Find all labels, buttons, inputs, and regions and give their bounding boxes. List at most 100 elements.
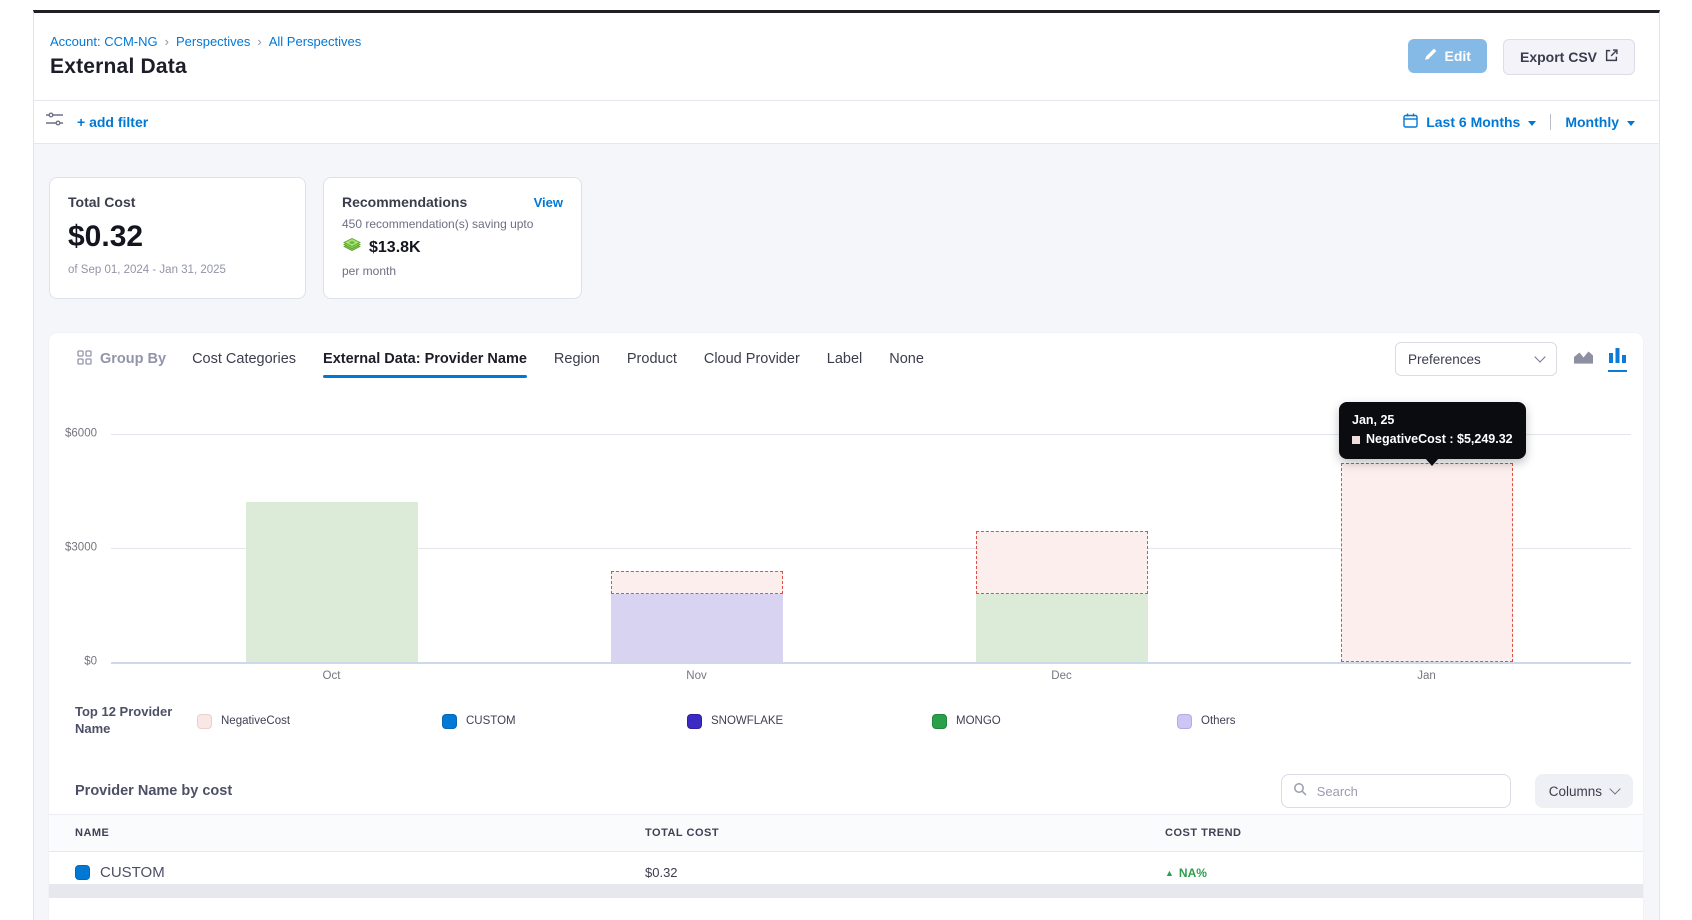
page-body: Total Cost $0.32 of Sep 01, 2024 - Jan 3…: [34, 144, 1659, 920]
x-axis-label-oct: Oct: [323, 670, 341, 682]
export-csv-button[interactable]: Export CSV: [1503, 39, 1635, 75]
search-icon: [1293, 782, 1307, 801]
total-cost-value: $0.32: [68, 220, 287, 254]
legend-swatch-mongo: [932, 714, 947, 729]
x-axis-label-nov: Nov: [686, 670, 706, 682]
legend-item-snowflake[interactable]: SNOWFLAKE: [687, 714, 932, 729]
granularity-selector[interactable]: Monthly: [1565, 114, 1619, 130]
preferences-dropdown[interactable]: Preferences: [1395, 342, 1557, 376]
legend-swatch-others: [1177, 714, 1192, 729]
legend-label: NegativeCost: [221, 715, 290, 727]
chevron-down-icon: [1534, 351, 1545, 362]
recommendations-label: Recommendations: [342, 194, 467, 210]
columns-button[interactable]: Columns: [1535, 774, 1633, 808]
legend-swatch-snowflake: [687, 714, 702, 729]
edit-button[interactable]: Edit: [1408, 39, 1487, 73]
filter-sliders-icon[interactable]: [46, 112, 63, 132]
add-filter-button[interactable]: + add filter: [77, 114, 148, 130]
bar-jan-negativecost[interactable]: [1341, 463, 1513, 662]
legend-item-mongo[interactable]: MONGO: [932, 714, 1177, 729]
area-chart-icon[interactable]: [1573, 348, 1594, 371]
recommendations-amount: $13.8K: [369, 239, 421, 257]
group-by-row: Group By Cost Categories External Data: P…: [49, 333, 1643, 385]
tab-label[interactable]: Label: [827, 333, 862, 385]
header-actions: Edit Export CSV: [1408, 39, 1635, 75]
screenshot-stage: Account: CCM-NG › Perspectives › All Per…: [0, 0, 1692, 920]
app-frame: Account: CCM-NG › Perspectives › All Per…: [33, 10, 1660, 920]
breadcrumb: Account: CCM-NG › Perspectives › All Per…: [50, 34, 361, 49]
chevron-down-icon: [1609, 783, 1620, 794]
legend-item-negativecost[interactable]: NegativeCost: [197, 714, 442, 729]
chart-type-switcher: [1573, 347, 1627, 372]
chart-legend: Top 12 Provider Name NegativeCost CUSTOM S…: [75, 699, 1627, 743]
tab-product[interactable]: Product: [627, 333, 677, 385]
bar-nov-snowflake[interactable]: [611, 594, 783, 662]
x-axis-label-dec: Dec: [1051, 670, 1071, 682]
search-box: [1281, 774, 1511, 808]
money-icon: [342, 237, 362, 259]
group-by-label: Group By: [100, 351, 166, 367]
total-cost-label: Total Cost: [68, 194, 287, 210]
legend-label: CUSTOM: [466, 715, 516, 727]
edit-button-label: Edit: [1445, 48, 1471, 64]
legend-title: Top 12 Provider Name: [75, 704, 197, 738]
tab-region[interactable]: Region: [554, 333, 600, 385]
breadcrumb-separator: ›: [257, 34, 261, 49]
trend-value: NA%: [1179, 866, 1207, 880]
recommendations-card: Recommendations View 450 recommendation(…: [323, 177, 582, 299]
grid-icon: [77, 350, 92, 369]
total-cost-card: Total Cost $0.32 of Sep 01, 2024 - Jan 3…: [49, 177, 306, 299]
view-recommendations-link[interactable]: View: [534, 195, 563, 210]
export-csv-label: Export CSV: [1520, 49, 1597, 65]
row-name: CUSTOM: [100, 864, 165, 881]
chart-tooltip: Jan, 25 NegativeCost : $5,249.32: [1339, 402, 1526, 459]
breadcrumb-perspectives-link[interactable]: Perspectives: [176, 34, 250, 49]
legend-swatch-negativecost: [197, 714, 212, 729]
search-input[interactable]: [1315, 783, 1499, 800]
columns-button-label: Columns: [1549, 784, 1602, 799]
legend-label: MONGO: [956, 715, 1001, 727]
breadcrumb-account-link[interactable]: Account: CCM-NG: [50, 34, 158, 49]
column-header-total-cost: TOTAL COST: [645, 827, 1165, 839]
bar-dec-mongo[interactable]: [976, 594, 1148, 662]
x-axis-label-jan: Jan: [1417, 670, 1436, 682]
legend-swatch-custom: [442, 714, 457, 729]
bar-dec-negativecost[interactable]: [976, 531, 1148, 594]
tab-none[interactable]: None: [889, 333, 924, 385]
time-filters: Last 6 Months Monthly: [1403, 113, 1635, 131]
tooltip-arrow: [1425, 458, 1439, 466]
tab-cost-categories[interactable]: Cost Categories: [192, 333, 296, 385]
page-title: External Data: [50, 55, 361, 79]
table-toolbar: Provider Name by cost Columns: [75, 768, 1633, 814]
bar-chart-icon[interactable]: [1608, 347, 1627, 372]
cost-chart: $6000 $3000 $0 OctNovDecJan Jan, 25: [49, 394, 1643, 694]
breadcrumb-separator: ›: [165, 34, 169, 49]
breadcrumb-title-block: Account: CCM-NG › Perspectives › All Per…: [50, 34, 361, 79]
bar-oct-mongo[interactable]: [246, 502, 418, 662]
bar-nov-negativecost[interactable]: [611, 571, 783, 594]
recommendations-line2: per month: [342, 264, 563, 278]
calendar-icon: [1403, 113, 1418, 131]
table-scrollbar-track[interactable]: [49, 884, 1643, 898]
table-header-row: NAME TOTAL COST COST TREND: [49, 814, 1643, 852]
row-swatch: [75, 865, 90, 880]
legend-label: Others: [1201, 715, 1236, 727]
tab-external-data-provider-name[interactable]: External Data: Provider Name: [323, 333, 527, 385]
date-range-selector[interactable]: Last 6 Months: [1426, 114, 1520, 130]
column-header-cost-trend: COST TREND: [1165, 827, 1643, 839]
tooltip-series-bullet: [1352, 436, 1360, 444]
legend-item-others[interactable]: Others: [1177, 714, 1422, 729]
recommendations-line1: 450 recommendation(s) saving upto: [342, 217, 563, 231]
tooltip-entry: NegativeCost : $5,249.32: [1366, 430, 1513, 449]
filter-bar: + add filter Last 6 Months Monthly: [34, 101, 1659, 144]
external-link-icon: [1605, 49, 1618, 65]
breadcrumb-all-perspectives-link[interactable]: All Perspectives: [269, 34, 361, 49]
legend-item-custom[interactable]: CUSTOM: [442, 714, 687, 729]
pencil-icon: [1424, 48, 1437, 64]
trend-up-icon: ▲: [1165, 868, 1174, 878]
page-header: Account: CCM-NG › Perspectives › All Per…: [34, 13, 1659, 101]
column-header-name: NAME: [75, 827, 645, 839]
tab-cloud-provider[interactable]: Cloud Provider: [704, 333, 800, 385]
perspective-panel: Group By Cost Categories External Data: P…: [49, 333, 1643, 920]
chevron-down-icon: [1528, 121, 1536, 126]
